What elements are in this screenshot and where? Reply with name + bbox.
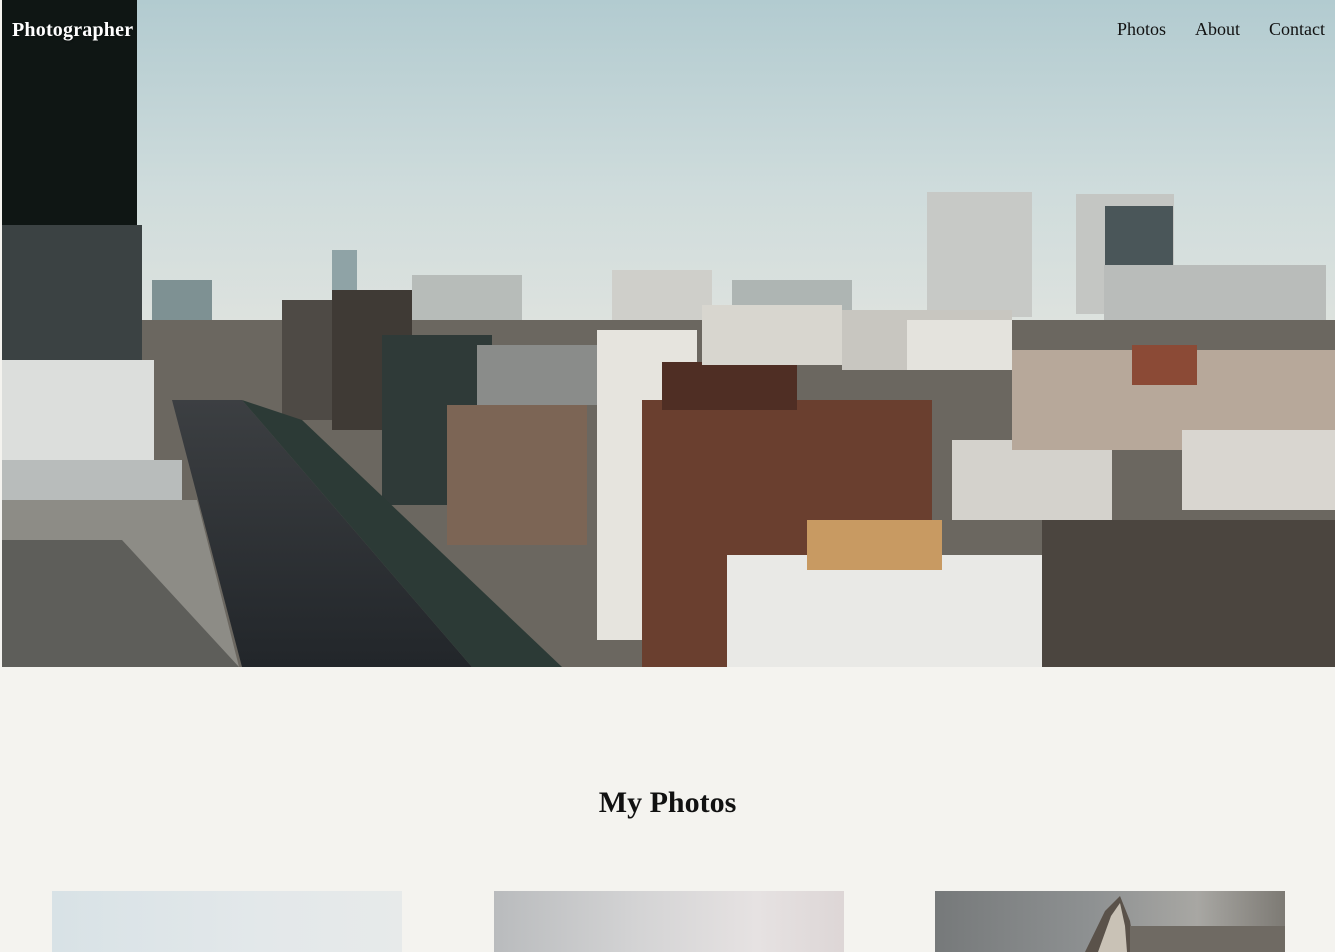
nav-link-contact[interactable]: Contact	[1269, 19, 1325, 40]
gallery-photo-1[interactable]	[52, 891, 402, 952]
gallery-photo-3[interactable]	[935, 891, 1285, 952]
nav-link-about[interactable]: About	[1195, 19, 1240, 40]
brand-logo[interactable]: Photographer	[12, 19, 133, 42]
city-skyline-photo	[2, 0, 1335, 667]
main-nav: Photos About Contact	[1117, 19, 1325, 40]
gallery-title: My Photos	[598, 786, 737, 819]
gallery-photo-2[interactable]	[494, 891, 844, 952]
cat-ear-photo	[1085, 896, 1285, 952]
nav-link-photos[interactable]: Photos	[1117, 19, 1166, 40]
hero-image	[2, 0, 1335, 667]
